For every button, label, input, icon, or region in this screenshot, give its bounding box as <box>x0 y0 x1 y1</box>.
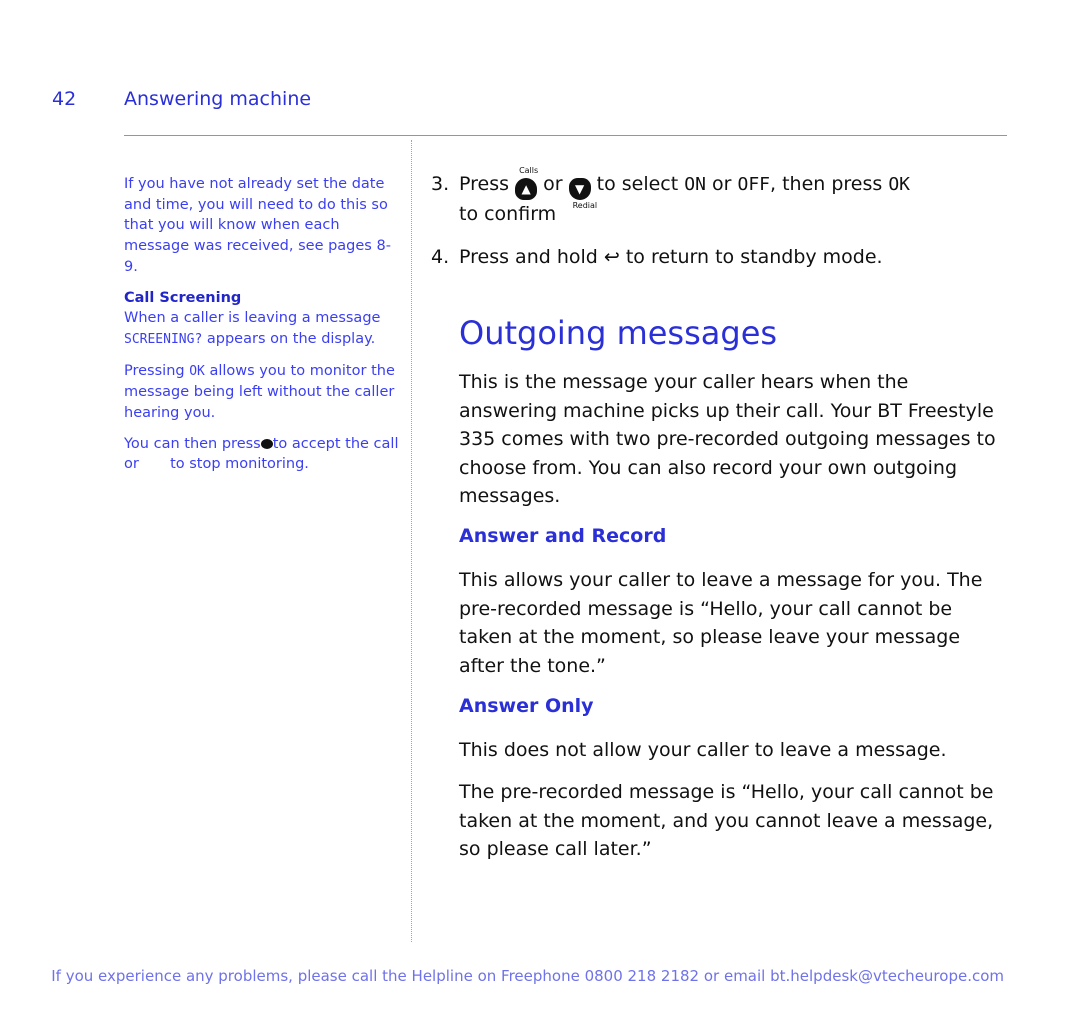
text: , then press <box>770 173 883 195</box>
text: or <box>543 173 563 195</box>
step-number: 4. <box>431 245 450 268</box>
date-note: If you have not already set the date and… <box>124 176 391 275</box>
text: appears on the display. <box>206 330 376 347</box>
text: Press and hold <box>459 245 598 268</box>
text: to stop monitoring. <box>170 456 309 473</box>
cs-p1: When a caller is leaving a message SCREE… <box>124 308 404 350</box>
answer-only-text2: The pre-recorded message is “Hello, your… <box>459 781 994 860</box>
text: Press <box>459 173 510 195</box>
redial-down-key-icon: ▼ Redial <box>568 178 597 210</box>
on-text: ON <box>684 174 706 195</box>
answer-only-title: Answer Only <box>459 695 594 717</box>
section-title: Answering machine <box>124 88 312 110</box>
display-text: SCREENING? <box>124 331 203 347</box>
redial-label: Redial <box>572 201 598 210</box>
outgoing-intro: This is the message your caller hears wh… <box>459 371 996 507</box>
calls-label: Calls <box>519 166 539 175</box>
step-4: 4. Press and hold ↩ to return to standby… <box>431 243 1011 272</box>
text: You can then press <box>124 435 261 452</box>
step-number: 3. <box>431 173 450 195</box>
talk-key-icon <box>260 438 273 449</box>
cs-p3: You can then press to accept the call or … <box>124 434 404 475</box>
text: or <box>712 173 732 195</box>
back-key-icon: ↩ <box>603 245 620 268</box>
outgoing-title: Outgoing messages <box>459 314 778 352</box>
page: 42 Answering machine If you have not alr… <box>0 0 1080 1021</box>
answer-record-text: This allows your caller to leave a messa… <box>459 569 983 677</box>
text: to select <box>596 173 679 195</box>
steps: 3. Press Calls ▲ or ▼ Redial to select ON … <box>431 167 1011 285</box>
ok-text: OK <box>888 174 911 195</box>
text: to return to standby mode. <box>625 245 883 268</box>
text: to confirm <box>459 203 557 225</box>
footer-helpline: If you experience any problems, please c… <box>51 967 1004 985</box>
sidebar: If you have not already set the date and… <box>124 174 404 485</box>
column-divider <box>411 140 412 942</box>
text: When a caller is leaving a message <box>124 310 381 327</box>
call-screening-title: Call Screening <box>124 289 242 306</box>
answer-only-text1: This does not allow your caller to leave… <box>459 739 947 761</box>
cs-p2: Pressing OK allows you to monitor the me… <box>124 361 404 424</box>
page-number: 42 <box>52 88 77 110</box>
step-3: 3. Press Calls ▲ or ▼ Redial to select ON … <box>431 167 1011 229</box>
answer-record-title: Answer and Record <box>459 525 667 547</box>
ok-key: OK <box>189 363 205 379</box>
calls-up-key-icon: Calls ▲ <box>515 167 538 200</box>
divider <box>124 135 1007 136</box>
off-text: OFF <box>737 174 770 195</box>
text: Pressing <box>124 362 185 379</box>
